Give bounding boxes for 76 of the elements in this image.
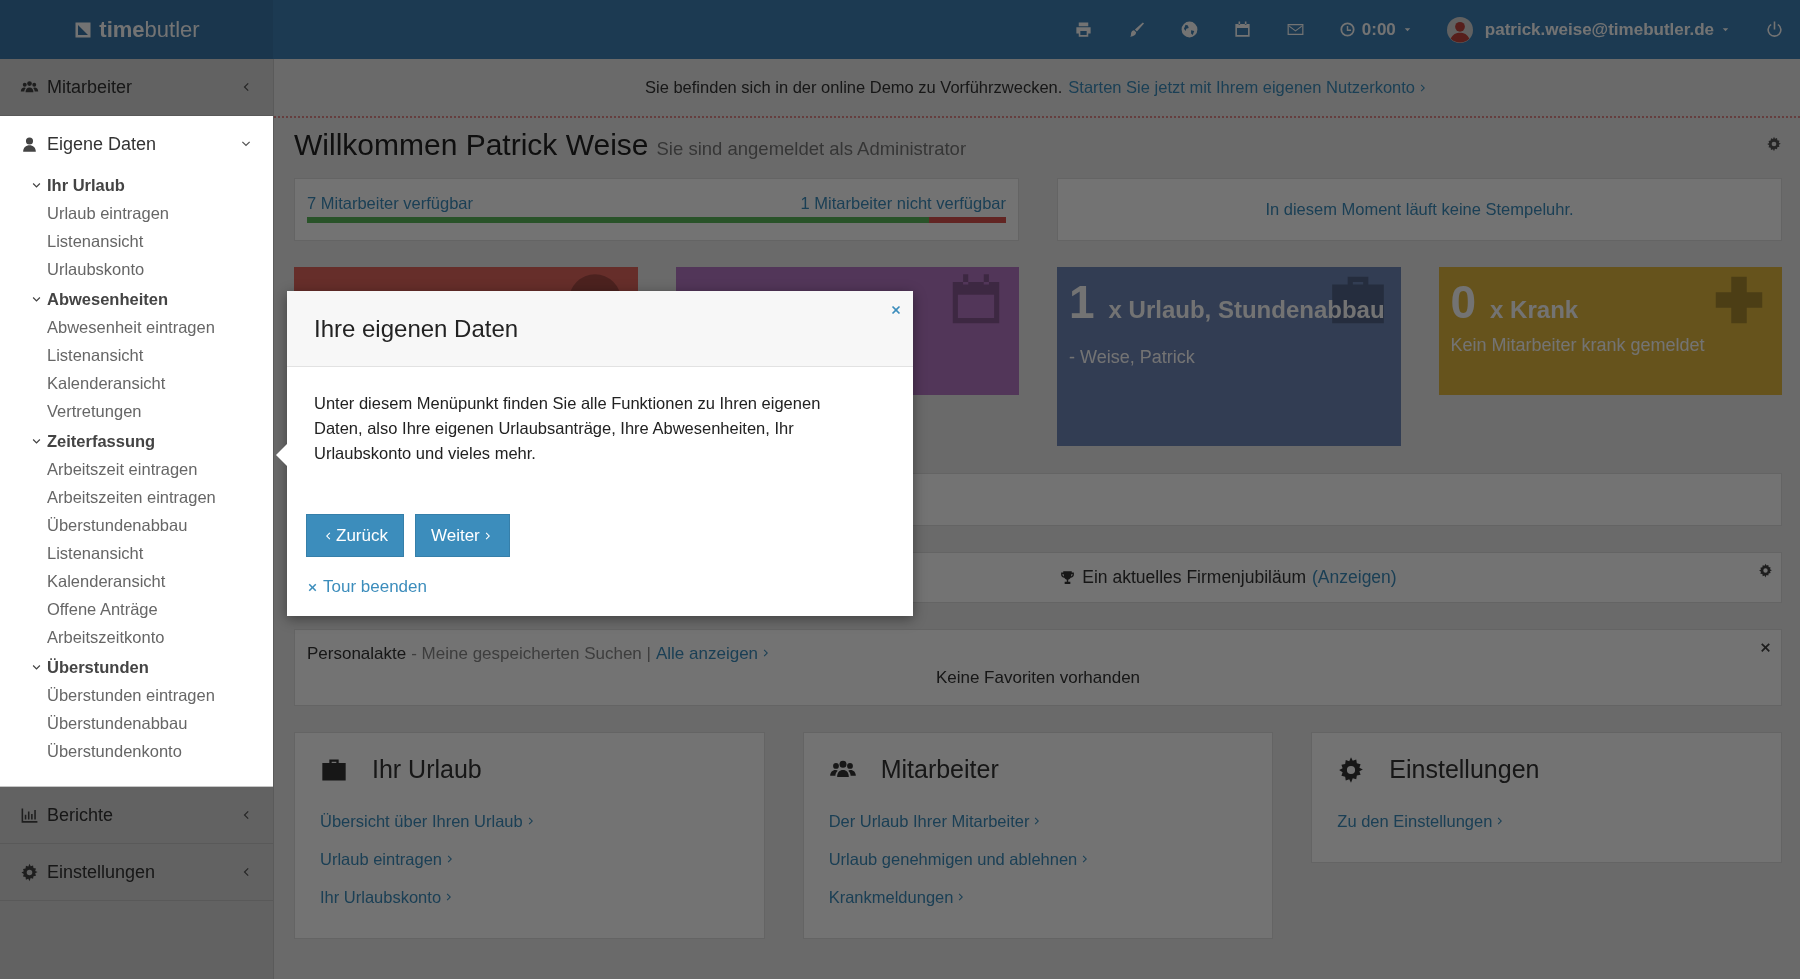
- stat-count: 0: [1450, 277, 1477, 327]
- calendar-icon[interactable]: [1232, 20, 1252, 39]
- shortcut-link[interactable]: Urlaub genehmigen und ablehnen: [828, 840, 1248, 878]
- stat-title: x Urlaub, Stundenabbau: [1108, 296, 1385, 323]
- settings-icon: [20, 862, 39, 882]
- card-title: Ihr Urlaub: [372, 755, 482, 784]
- settings-icon[interactable]: [1766, 136, 1782, 152]
- sidebar-item[interactable]: Urlaubskonto: [0, 255, 273, 283]
- stempeluhr-status: In diesem Moment läuft keine Stempeluhr.: [1265, 200, 1574, 219]
- welcome-title: Willkommen Patrick Weise: [294, 128, 649, 162]
- sidebar-item[interactable]: Listenansicht: [0, 341, 273, 369]
- user-icon: [20, 134, 39, 154]
- shortcut-link[interactable]: Zu den Einstellungen: [1337, 802, 1756, 840]
- sidebar-item[interactable]: Arbeitszeitkonto: [0, 623, 273, 651]
- sidebar-section[interactable]: Mitarbeiter: [0, 59, 273, 115]
- sidebar-group[interactable]: Zeiterfassung: [0, 428, 273, 455]
- sidebar-item[interactable]: Abwesenheit eintragen: [0, 313, 273, 341]
- sidebar-item[interactable]: Überstundenabbau: [0, 511, 273, 539]
- avatar-icon: [1446, 16, 1473, 43]
- card-title: Einstellungen: [1389, 755, 1540, 784]
- sidebar-item[interactable]: Urlaub eintragen: [0, 199, 273, 227]
- available-link[interactable]: 7 Mitarbeiter verfügbar: [307, 194, 473, 213]
- stat-title: x Krank: [1490, 295, 1579, 325]
- printer-icon[interactable]: [1073, 20, 1093, 39]
- shortcut-link[interactable]: Der Urlaub Ihrer Mitarbeiter: [828, 802, 1248, 840]
- bar-chart-icon: [20, 805, 39, 825]
- trophy-icon: [1059, 569, 1077, 586]
- panel-label: Personalakte: [307, 644, 407, 664]
- close-icon[interactable]: [889, 303, 903, 317]
- sidebar-group[interactable]: Überstunden: [0, 654, 273, 681]
- shortcut-link[interactable]: Urlaub eintragen: [320, 840, 739, 878]
- sidebar-item[interactable]: Kalenderansicht: [0, 369, 273, 397]
- unavailable-link[interactable]: 1 Mitarbeiter nicht verfügbar: [800, 194, 1006, 213]
- sidebar-item[interactable]: Kalenderansicht: [0, 567, 273, 595]
- show-all-link[interactable]: Alle anzeigen: [655, 644, 773, 664]
- card-title: Mitarbeiter: [880, 755, 999, 784]
- sidebar-item[interactable]: Überstundenabbau: [0, 709, 273, 737]
- sidebar-group[interactable]: Abwesenheiten: [0, 286, 273, 313]
- back-button[interactable]: Zurück: [306, 514, 404, 557]
- empty-message: Keine Favoriten vorhanden: [934, 668, 1142, 688]
- sidebar-item[interactable]: Vertretungen: [0, 397, 273, 425]
- popover-text: Unter diesem Menüpunkt finden Sie alle Funktionen zu Ihren eigenen Daten, also Ihre eigenen Urlaubsanträge, Ihre Abwesenheiten, Ihr Urlaubskonto und vieles mehr.: [314, 393, 822, 464]
- sidebar-item[interactable]: Listenansicht: [0, 227, 273, 255]
- signup-link[interactable]: Starten Sie jetzt mit Ihrem eigenen Nutzerkonto: [1068, 78, 1429, 97]
- sidebar-section[interactable]: Einstellungen: [0, 844, 273, 900]
- shortcut-link[interactable]: Krankmeldungen: [828, 878, 1248, 916]
- close-icon[interactable]: [1758, 640, 1773, 655]
- sidebar-section[interactable]: Eigene Daten: [0, 116, 273, 172]
- sidebar-item[interactable]: Überstunden eintragen: [0, 681, 273, 709]
- user-menu[interactable]: patrick.weise@timebutler.de: [1446, 16, 1731, 43]
- stat-count: 1: [1069, 276, 1095, 328]
- sidebar-group[interactable]: Ihr Urlaub: [0, 172, 273, 199]
- sidebar-item[interactable]: Offene Anträge: [0, 595, 273, 623]
- stat-detail: Kein Mitarbeiter krank gemeldet: [1450, 335, 1706, 356]
- sidebar-item[interactable]: Listenansicht: [0, 539, 273, 567]
- clock-icon: [1338, 21, 1356, 38]
- globe-icon[interactable]: [1179, 20, 1199, 39]
- sidebar-item[interactable]: Überstundenkonto: [0, 737, 273, 765]
- shortcut-link[interactable]: Übersicht über Ihren Urlaub: [320, 802, 739, 840]
- next-button[interactable]: Weiter: [414, 514, 510, 557]
- sidebar-item[interactable]: Arbeitszeit eintragen: [0, 455, 273, 483]
- show-link[interactable]: (Anzeigen): [1312, 567, 1397, 588]
- sidebar-section[interactable]: Berichte: [0, 787, 273, 843]
- shortcut-link[interactable]: Ihr Urlaubskonto: [320, 878, 739, 916]
- logo[interactable]: timebutler: [99, 16, 200, 43]
- end-tour-link[interactable]: Tour beenden: [306, 577, 427, 597]
- settings-icon[interactable]: [1758, 563, 1773, 578]
- stat-card[interactable]: 1 x Urlaub, Stundenabbau - Weise, Patrick: [1057, 267, 1401, 446]
- popover-title: Ihre eigenen Daten: [314, 314, 519, 343]
- settings-icon: [1337, 755, 1366, 784]
- sidebar-item[interactable]: Arbeitszeiten eintragen: [0, 483, 273, 511]
- demo-notice: Sie befinden sich in der online Demo zu Vorführzwecken.: [645, 78, 1063, 97]
- timer-button[interactable]: 0:00: [1338, 19, 1413, 40]
- jubilee-text: Ein aktuelles Firmenjubiläum: [1082, 567, 1307, 588]
- power-icon[interactable]: [1765, 20, 1784, 39]
- stat-detail: - Weise, Patrick: [1069, 347, 1196, 368]
